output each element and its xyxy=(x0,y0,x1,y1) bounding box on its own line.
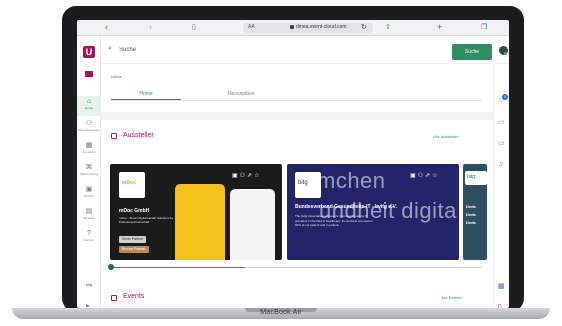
carousel-scroll-handle[interactable] xyxy=(108,264,114,270)
all-exhibitors-link[interactable]: Alle Aussteller › xyxy=(433,134,461,139)
chevron-left-icon[interactable]: ‹ xyxy=(105,22,108,33)
card-action-icons[interactable]: ▣⚇⇗☆ xyxy=(410,172,439,179)
bookmark-icon: ▤ xyxy=(85,208,93,215)
exhibitor-description: The bvitg Association represents Germany… xyxy=(295,214,373,227)
app-logo[interactable]: U xyxy=(83,46,95,58)
building-icon: ▦ xyxy=(85,142,93,149)
sidebar-item-events[interactable]: ▣ Events xyxy=(77,184,101,204)
partner-badge: Silver Partner xyxy=(119,236,147,243)
all-events-link[interactable]: Alle Events › xyxy=(441,295,463,300)
chat-icon[interactable]: ▭ xyxy=(498,119,505,127)
sidebar-item-ecosystem[interactable]: ⚇ Mein Ecosystem xyxy=(77,118,101,138)
app-header: ⌕ Suche xyxy=(101,36,509,64)
tab-divider xyxy=(111,100,483,101)
sidebar-item-label: Merkliste xyxy=(82,216,95,220)
calendar-icon[interactable]: ▦ xyxy=(498,283,505,291)
exhibitor-icon xyxy=(111,133,117,139)
calendar-icon: ▣ xyxy=(85,186,93,193)
sidebar-item-exhibitors[interactable]: ▦ Aussteller xyxy=(77,140,101,160)
partner-logo-text: bitg xyxy=(467,174,476,180)
right-sidebar: ☺ 0 ▭ ▭ ♫ ▦ ▯ xyxy=(493,64,509,308)
bell-icon[interactable]: ♫ xyxy=(498,161,503,169)
laptop-mockup: MacBook Air ‹ › ▯ AA dmea.event-cloud.co… xyxy=(0,0,562,326)
search-input[interactable] xyxy=(119,44,419,55)
carousel-scroll-progress xyxy=(111,267,245,268)
partner-brand: bitg xyxy=(85,282,93,287)
sidebar-item-support[interactable]: ? Support xyxy=(77,228,101,248)
tabs-icon[interactable]: ❐ xyxy=(481,22,487,33)
app-sidebar: U ⌂ Home ⚇ Mein Ecosystem ▦ Aussteller ⌘… xyxy=(77,36,101,308)
avatar[interactable] xyxy=(499,46,508,55)
events-title: Events xyxy=(123,293,145,300)
laptop-screen: ‹ › ▯ AA dmea.event-cloud.com ↻ ⇧ + ❐ U … xyxy=(77,20,509,308)
active-tab-indicator xyxy=(111,99,181,100)
browser-toolbar: ‹ › ▯ AA dmea.event-cloud.com ↻ ⇧ + ❐ xyxy=(77,20,509,36)
exhibitor-card-mdoc[interactable]: mDoc ▣⚇⇗☆ mDoc GmbH mDoc - Smart Digital… xyxy=(110,164,282,260)
book-icon[interactable]: ▯ xyxy=(192,22,196,33)
sidebar-item-label: Events xyxy=(84,194,94,198)
sidebar-item-label: Support xyxy=(83,238,95,242)
link-label: Alle Events xyxy=(441,295,462,300)
breadcrumb: Home xyxy=(111,74,122,79)
lock-icon xyxy=(290,25,294,29)
background-headline: mchen xyxy=(317,168,386,193)
home-icon: ⌂ xyxy=(86,98,92,105)
tab-home[interactable]: Home xyxy=(111,91,181,97)
app-phone-image xyxy=(175,184,225,260)
device-icon[interactable]: ▯ xyxy=(498,304,502,308)
exhibitor-name: mDoc GmbH xyxy=(119,208,150,214)
main-content: Home Home Messepläne Aussteller Alle Aus… xyxy=(101,64,493,308)
link-label: Alle Aussteller xyxy=(433,134,459,139)
sidebar-item-home[interactable]: ⌂ Home xyxy=(77,96,101,116)
exhibitors-title: Aussteller xyxy=(123,132,154,139)
partner-badge: Bronze Partner xyxy=(119,246,149,253)
section-separator xyxy=(101,112,493,120)
search-icon: ⌕ xyxy=(108,45,112,52)
sidebar-item-label: Aussteller xyxy=(82,150,96,154)
events-icon xyxy=(111,295,117,301)
sidebar-item-label: Matchmaking xyxy=(80,172,98,176)
tab-floor-plans[interactable]: Messepläne xyxy=(201,91,281,97)
people-icon: ⚇ xyxy=(85,120,93,127)
chevron-right-icon[interactable]: › xyxy=(149,22,152,33)
card-action-icons[interactable]: ▣⚇⇗☆ xyxy=(232,172,261,179)
plus-icon[interactable]: + xyxy=(437,22,442,33)
reload-icon[interactable]: ↻ xyxy=(361,23,367,31)
device-model-label: MacBook Air xyxy=(260,309,302,316)
card-text: Deda xyxy=(466,212,476,217)
sidebar-item-label: Mein Ecosystem xyxy=(77,128,100,132)
help-icon: ? xyxy=(87,230,91,237)
tickets-icon[interactable]: ▭ xyxy=(498,140,505,148)
sidebar-item-matchmaking[interactable]: ⌘ Matchmaking xyxy=(77,162,101,182)
exhibitor-description: mDoc - Smart Digital Health Solutions by… xyxy=(119,216,174,224)
text-size-button[interactable]: AA xyxy=(248,24,255,30)
flag-icon[interactable]: ⚑ xyxy=(85,304,89,308)
card-text: Deda xyxy=(466,204,476,209)
network-icon: ⌘ xyxy=(85,164,93,171)
card-text: Deda xyxy=(466,220,476,225)
menu-icon[interactable] xyxy=(85,71,93,77)
mdoc-logo-text: mDoc xyxy=(122,180,136,186)
search-button[interactable]: Suche xyxy=(452,44,492,60)
url-bar[interactable]: AA dmea.event-cloud.com ↻ xyxy=(243,23,373,33)
notification-badge: 0 xyxy=(502,94,508,100)
sidebar-item-watchlist[interactable]: ▤ Merkliste xyxy=(77,206,101,226)
bvitg-logo-text: bitg xyxy=(298,180,308,186)
share-icon[interactable]: ⇧ xyxy=(385,22,391,33)
sidebar-item-label: Home xyxy=(84,106,93,110)
app-phone-image xyxy=(230,189,275,260)
url-text: dmea.event-cloud.com xyxy=(296,24,347,30)
exhibitor-card-bvitg[interactable]: mchen undheit digita bitg ▣⚇⇗☆ Bundesver… xyxy=(287,164,459,260)
exhibitor-card-partial[interactable]: bitg Deda Deda Deda xyxy=(463,164,487,260)
exhibitor-name: Bundesverband Gesundheits-IT - bvitg e.V… xyxy=(295,204,397,210)
